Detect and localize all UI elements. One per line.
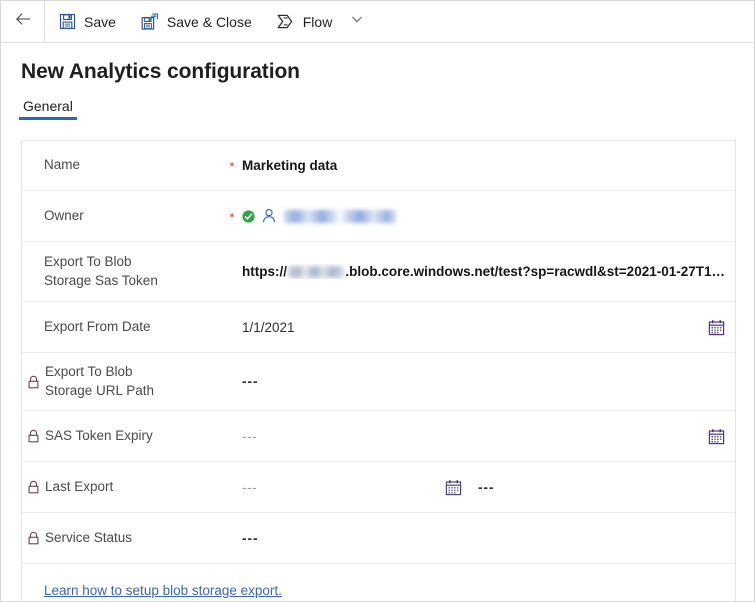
- sas-token-value: https:// .blob.core.windows.net/test?sp=r…: [242, 264, 725, 279]
- save-button[interactable]: Save: [45, 1, 128, 42]
- blob-url-path-required-marker: [222, 353, 242, 410]
- tab-strip: General: [1, 84, 754, 120]
- form-row-last-export: Last Export ---: [22, 462, 735, 513]
- form-row-sas-token: Export To Blob Storage Sas Token https:/…: [22, 242, 735, 302]
- sas-token-expiry-value: ---: [242, 429, 257, 444]
- calendar-icon[interactable]: [445, 479, 462, 496]
- export-from-date-value: 1/1/2021: [242, 320, 295, 335]
- sas-token-label: Export To Blob Storage Sas Token: [22, 242, 222, 301]
- sas-token-expiry-label: SAS Token Expiry: [22, 411, 222, 461]
- blob-url-path-field: ---: [242, 353, 735, 410]
- form-row-blob-url-path: Export To Blob Storage URL Path ---: [22, 353, 735, 411]
- general-form: Name * Marketing data Owner *: [21, 140, 736, 602]
- owner-field[interactable]: [242, 191, 735, 241]
- form-row-sas-token-expiry: SAS Token Expiry ---: [22, 411, 735, 462]
- sas-token-url-suffix: .blob.core.windows.net/test?sp=racwdl&st…: [345, 264, 725, 279]
- calendar-icon[interactable]: [708, 428, 725, 445]
- form-row-service-status: Service Status ---: [22, 513, 735, 564]
- tab-general[interactable]: General: [19, 98, 77, 120]
- owner-label: Owner: [22, 191, 222, 241]
- flow-overflow-button[interactable]: [344, 1, 370, 42]
- page-title: New Analytics configuration: [1, 43, 754, 84]
- last-export-label: Last Export: [22, 462, 222, 512]
- command-bar: Save Save & Close: [1, 1, 754, 43]
- last-export-time-value: ---: [478, 480, 495, 495]
- export-from-date-label: Export From Date: [22, 302, 222, 352]
- flow-button[interactable]: Flow: [264, 1, 345, 42]
- save-and-close-icon: [140, 12, 160, 32]
- form-row-owner: Owner *: [22, 191, 735, 242]
- save-and-close-button-label: Save & Close: [167, 15, 252, 29]
- person-icon: [261, 208, 277, 224]
- flow-icon: [276, 12, 296, 32]
- back-button[interactable]: [1, 1, 45, 42]
- lock-icon: [27, 480, 40, 494]
- flow-button-label: Flow: [303, 15, 333, 29]
- owner-required-marker: *: [222, 191, 242, 241]
- service-status-required-marker: [222, 513, 242, 563]
- save-floppy-icon: [57, 12, 77, 32]
- sas-token-url-prefix: https://: [242, 264, 287, 279]
- service-status-value: ---: [242, 531, 259, 546]
- blob-url-path-value: ---: [242, 374, 259, 389]
- sas-token-expiry-field: ---: [242, 411, 735, 461]
- blob-url-path-label: Export To Blob Storage URL Path: [22, 353, 222, 410]
- sas-token-account-redacted: [288, 266, 344, 278]
- learn-blob-storage-export-link[interactable]: Learn how to setup blob storage export.: [44, 583, 282, 598]
- calendar-icon[interactable]: [708, 319, 725, 336]
- arrow-left-icon: [14, 10, 32, 33]
- name-label: Name: [22, 141, 222, 190]
- service-status-field: ---: [242, 513, 735, 563]
- owner-lookup-chip[interactable]: [242, 208, 396, 224]
- sas-token-expiry-required-marker: [222, 411, 242, 461]
- save-button-label: Save: [84, 15, 116, 29]
- blob-url-path-label-line1: Export To Blob: [45, 364, 133, 379]
- form-row-name: Name * Marketing data: [22, 141, 735, 191]
- analytics-configuration-window: Save Save & Close: [0, 0, 755, 602]
- service-status-label: Service Status: [22, 513, 222, 563]
- name-field[interactable]: Marketing data: [242, 141, 735, 190]
- last-export-field: ---: [242, 462, 735, 512]
- export-from-date-field[interactable]: 1/1/2021: [242, 302, 735, 352]
- sas-token-field[interactable]: https:// .blob.core.windows.net/test?sp=r…: [242, 242, 735, 301]
- last-export-date-value: ---: [242, 480, 257, 495]
- footer-link-row: Learn how to setup blob storage export.: [22, 564, 735, 602]
- lock-icon: [27, 375, 40, 389]
- last-export-required-marker: [222, 462, 242, 512]
- tab-general-label: General: [23, 98, 73, 114]
- save-and-close-button[interactable]: Save & Close: [128, 1, 264, 42]
- chevron-down-icon: [350, 12, 364, 31]
- owner-name-redacted: [284, 210, 396, 223]
- lock-icon: [27, 531, 40, 545]
- blob-url-path-label-line2: Storage URL Path: [45, 383, 154, 398]
- sas-token-label-line2: Storage Sas Token: [44, 273, 158, 288]
- sas-token-required-marker: [222, 242, 242, 301]
- check-circle-icon: [242, 210, 255, 223]
- form-row-export-from-date: Export From Date 1/1/2021: [22, 302, 735, 353]
- sas-token-label-line1: Export To Blob: [44, 254, 132, 269]
- name-required-marker: *: [222, 141, 242, 190]
- lock-icon: [27, 429, 40, 443]
- export-from-date-required-marker: [222, 302, 242, 352]
- name-value: Marketing data: [242, 158, 337, 173]
